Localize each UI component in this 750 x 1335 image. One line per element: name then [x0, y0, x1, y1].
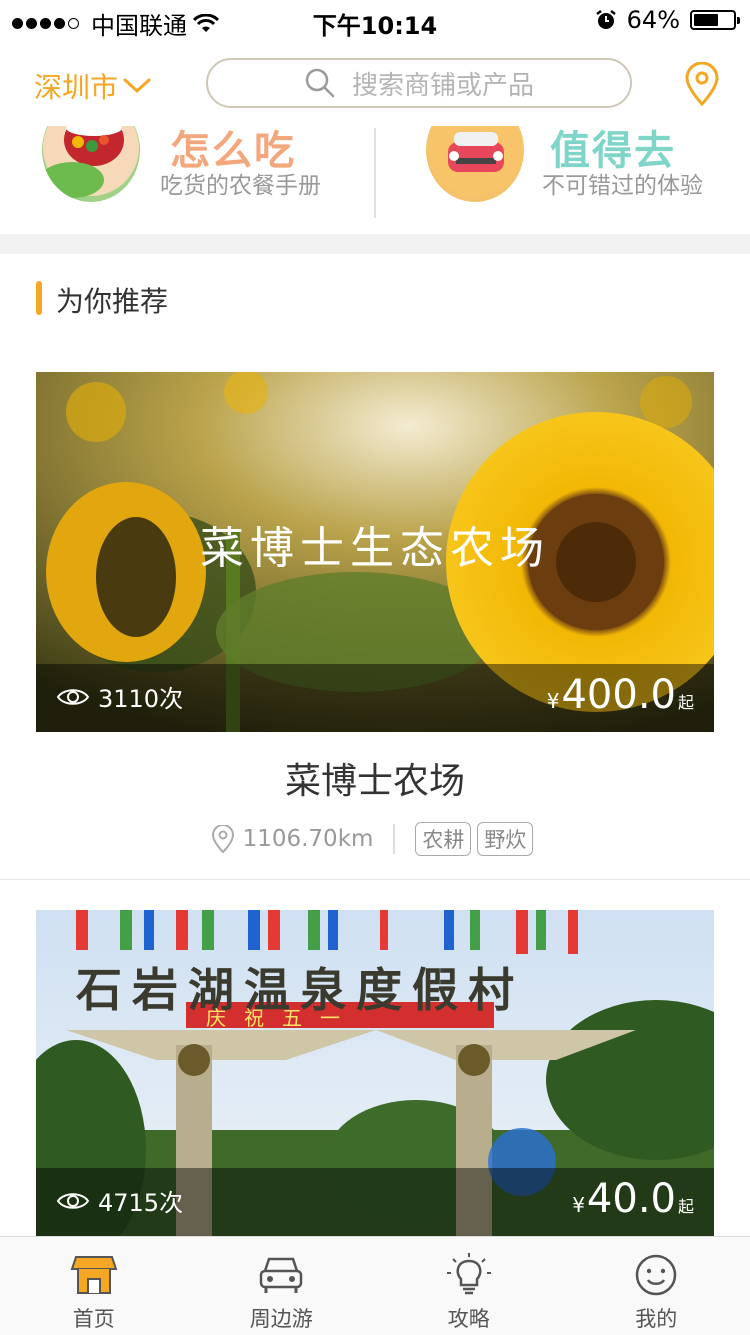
chevron-down-icon — [122, 76, 152, 96]
shop-icon — [70, 1251, 118, 1299]
category-divider — [374, 128, 376, 218]
resort-price-suffix: 起 — [678, 1193, 694, 1217]
resort-price: ¥ 40.0 起 — [572, 1176, 694, 1222]
tab-home[interactable]: 首页 — [0, 1237, 188, 1335]
bottom-tab-bar: 首页 周边游 攻略 我的 — [0, 1236, 750, 1335]
top-nav-bar: 深圳市 搜索商铺或产品 — [0, 40, 750, 126]
location-pin-icon — [211, 825, 235, 853]
farm-card-image[interactable]: 菜博士生态农场 3110次 ¥ 400.0 起 — [36, 372, 714, 732]
meta-divider — [393, 824, 395, 854]
farm-price-symbol: ¥ — [547, 689, 560, 713]
battery-percent: 64% — [627, 6, 680, 34]
car-icon — [257, 1251, 305, 1299]
farm-views-count: 3110次 — [98, 679, 183, 714]
tab-nearby[interactable]: 周边游 — [188, 1237, 376, 1335]
status-right: 64% — [595, 6, 736, 34]
resort-card[interactable]: 石岩湖温泉度假村 庆祝五一 4715次 ¥ 40.0 起 — [0, 880, 750, 1236]
city-selector[interactable]: 深圳市 — [34, 66, 152, 106]
city-label: 深圳市 — [34, 66, 118, 106]
tab-profile-label: 我的 — [563, 1303, 750, 1333]
category-eat-subtitle: 吃货的农餐手册 — [160, 166, 321, 200]
farm-meta: 1106.70km 农耕 野炊 — [0, 822, 750, 856]
category-row: 怎么吃 吃货的农餐手册 值得去 不可错过的体验 — [0, 126, 750, 234]
eating-kid-icon — [42, 126, 140, 202]
alarm-icon — [595, 9, 617, 31]
category-visit[interactable]: 值得去 不可错过的体验 — [424, 126, 724, 226]
farm-views: 3110次 — [56, 679, 183, 714]
resort-price-value: 40.0 — [587, 1176, 676, 1222]
resort-views-count: 4715次 — [98, 1183, 183, 1218]
battery-icon — [690, 10, 736, 30]
farm-image-caption: 菜博士生态农场 — [36, 512, 714, 576]
location-pin-icon[interactable] — [684, 62, 720, 106]
status-bar: 中国联通 下午10:14 64% — [0, 0, 750, 40]
search-input[interactable]: 搜索商铺或产品 — [206, 58, 632, 108]
eye-icon — [56, 686, 90, 708]
resort-views: 4715次 — [56, 1183, 183, 1218]
lightbulb-icon — [445, 1251, 493, 1299]
section-gap — [0, 234, 750, 254]
resort-card-image[interactable]: 石岩湖温泉度假村 庆祝五一 4715次 ¥ 40.0 起 — [36, 910, 714, 1236]
category-eat[interactable]: 怎么吃 吃货的农餐手册 — [40, 126, 360, 226]
recommend-title: 为你推荐 — [56, 280, 168, 320]
tag-farming[interactable]: 农耕 — [415, 822, 471, 856]
eye-icon — [56, 1190, 90, 1212]
resort-price-symbol: ¥ — [572, 1193, 585, 1217]
farm-distance-group: 1106.70km — [211, 825, 374, 853]
farm-price: ¥ 400.0 起 — [547, 672, 694, 718]
farm-card[interactable]: 菜博士生态农场 3110次 ¥ 400.0 起 菜博士农场 1106.70km … — [0, 342, 750, 880]
resort-banner: 庆祝五一 — [206, 1002, 358, 1031]
farm-price-suffix: 起 — [678, 689, 694, 713]
tab-nearby-label: 周边游 — [188, 1303, 376, 1333]
recommend-header: 为你推荐 — [0, 254, 750, 343]
farm-distance: 1106.70km — [243, 826, 374, 852]
tab-guide[interactable]: 攻略 — [375, 1237, 563, 1335]
search-icon — [304, 67, 336, 99]
farm-price-value: 400.0 — [561, 672, 676, 718]
tab-profile[interactable]: 我的 — [563, 1237, 750, 1335]
farm-name: 菜博士农场 — [0, 752, 750, 804]
tab-guide-label: 攻略 — [375, 1303, 563, 1333]
tab-home-label: 首页 — [0, 1303, 188, 1333]
category-visit-subtitle: 不可错过的体验 — [542, 166, 703, 200]
recommend-accent-bar — [36, 281, 42, 315]
travel-car-icon — [426, 126, 524, 202]
smiley-icon — [632, 1251, 680, 1299]
tag-picnic[interactable]: 野炊 — [477, 822, 533, 856]
search-placeholder: 搜索商铺或产品 — [352, 65, 534, 102]
